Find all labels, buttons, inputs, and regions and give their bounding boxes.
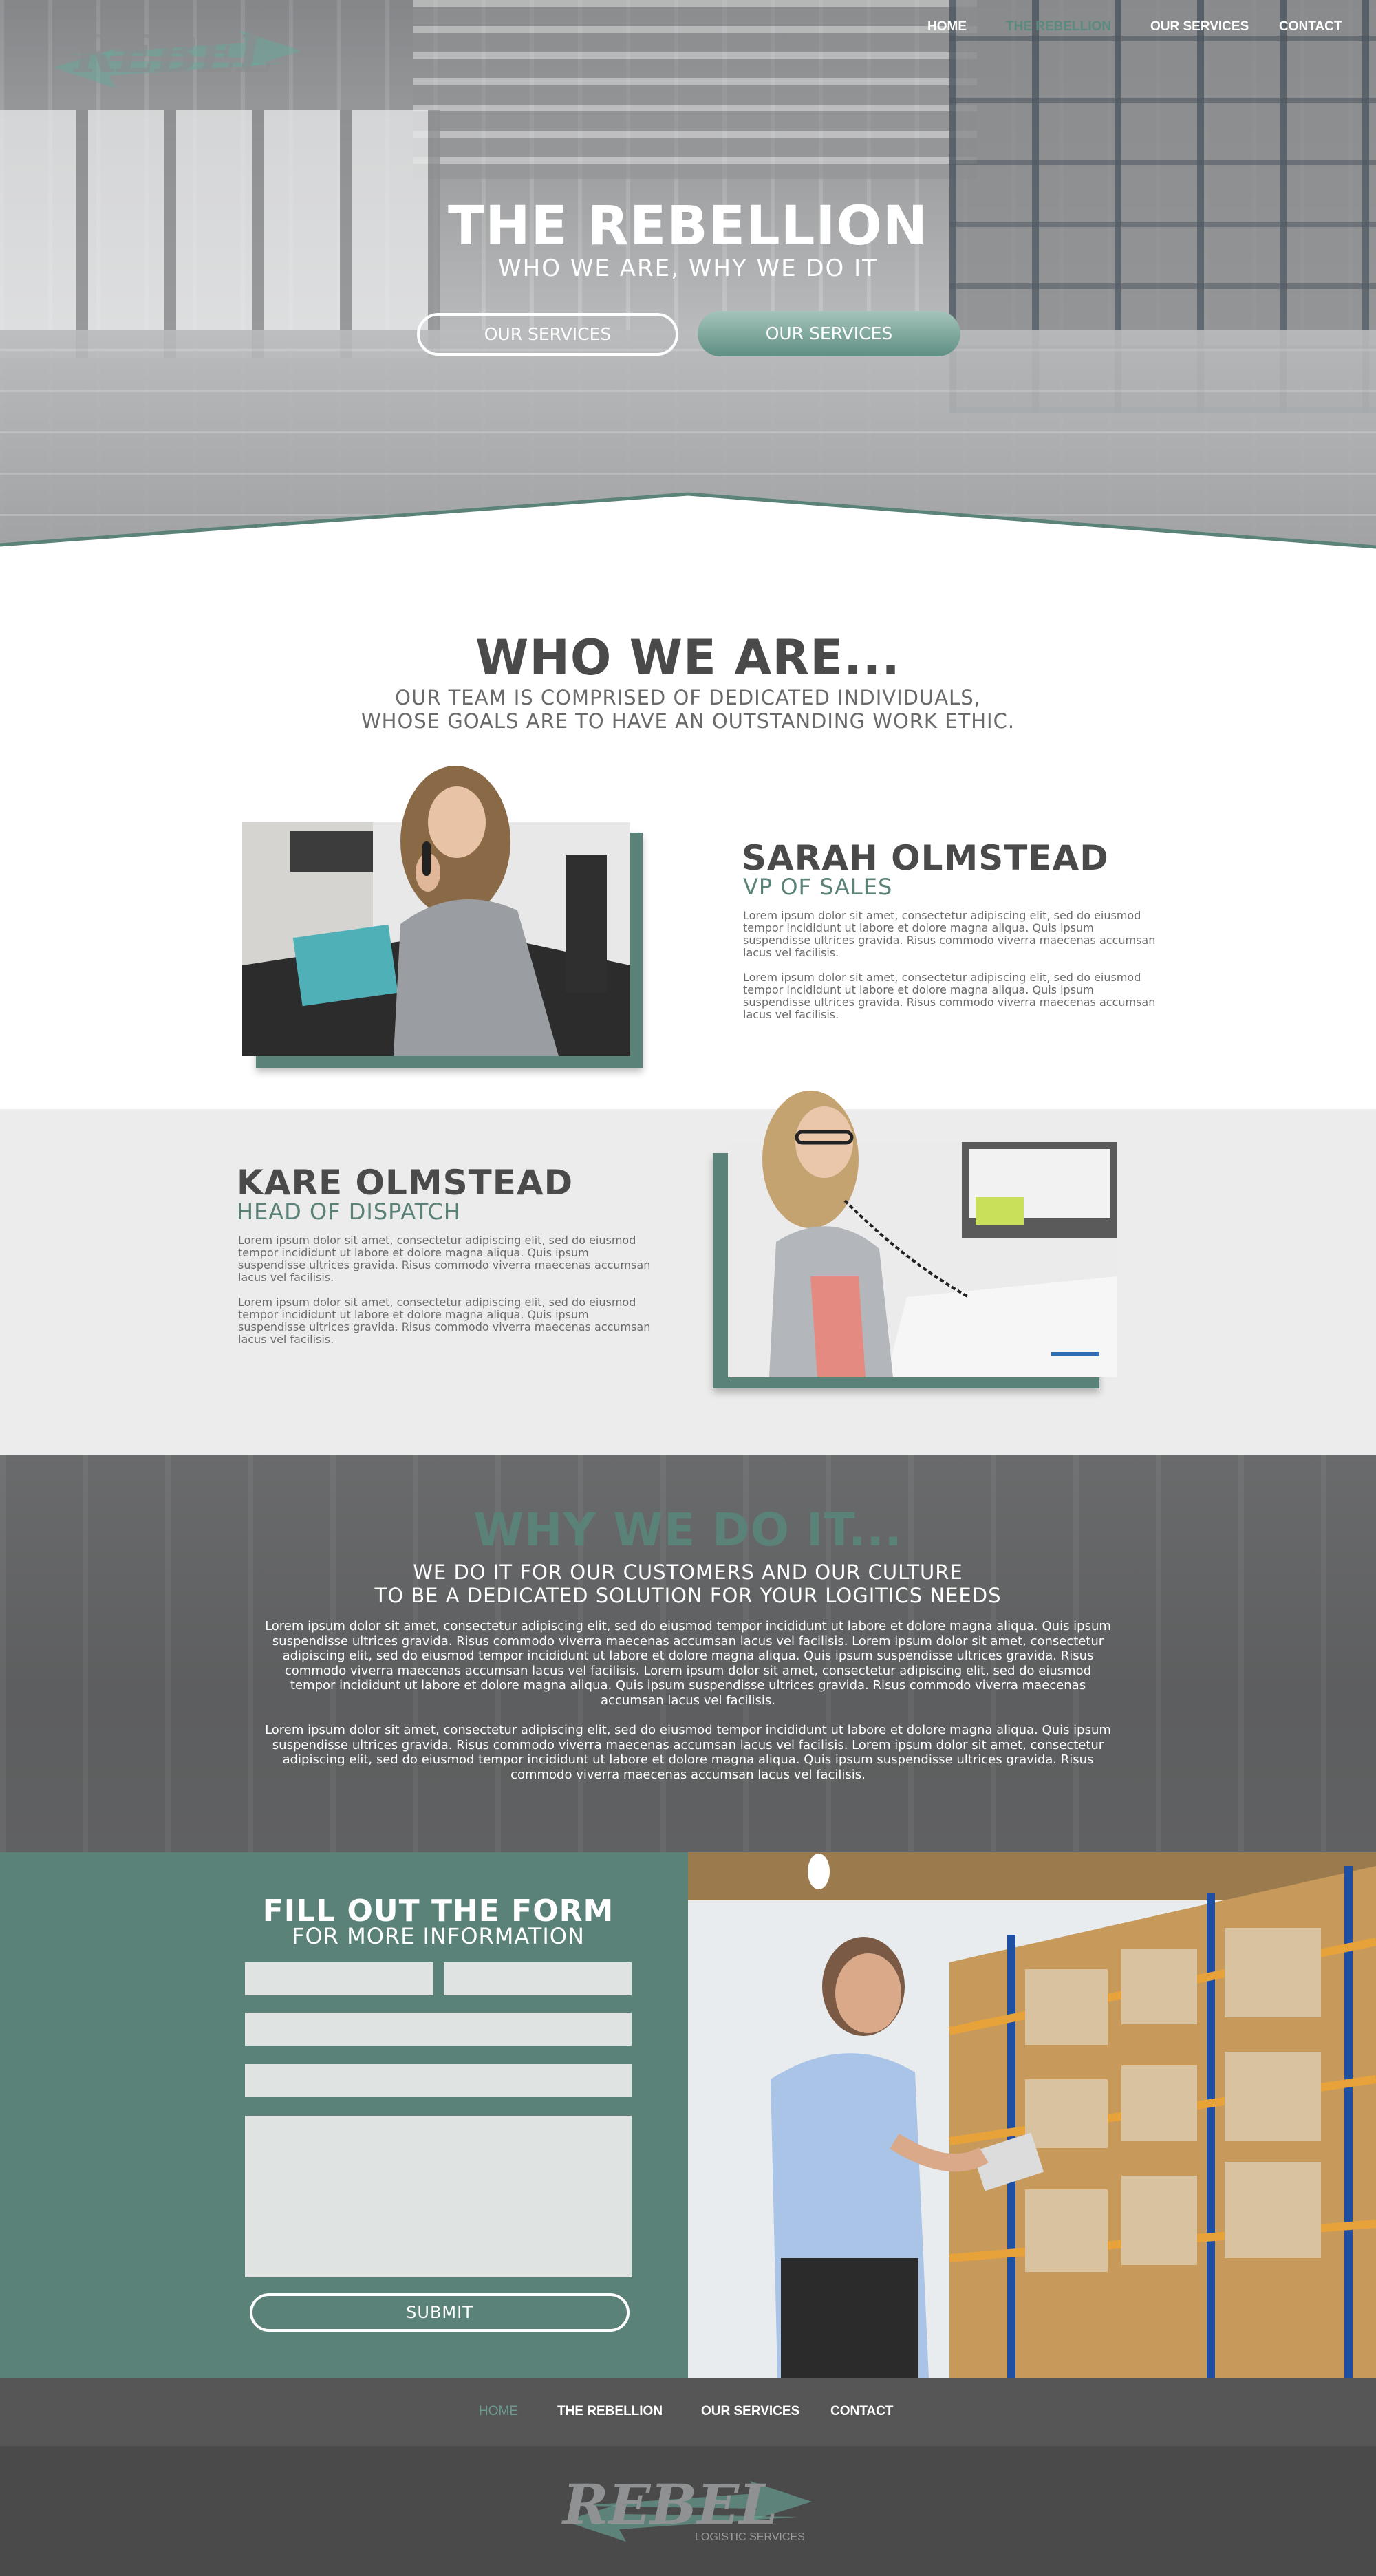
who-we-are-subtitle: OUR TEAM IS COMPRISED OF DEDICATED INDIV…: [0, 686, 1376, 733]
nav-contact[interactable]: CONTACT: [1279, 19, 1342, 34]
footer-nav-home[interactable]: HOME: [479, 2404, 518, 2419]
sarah-role: VP OF SALES: [743, 874, 893, 900]
kare-photo: [728, 1091, 1117, 1377]
hero-bottom-divider: [0, 492, 1376, 557]
footer-nav-contact[interactable]: CONTACT: [830, 2404, 893, 2419]
hero-subtitle: WHO WE ARE, WHY WE DO IT: [498, 255, 878, 282]
sarah-bio-paragraph: Lorem ipsum dolor sit amet, consectetur …: [743, 909, 1156, 959]
hero-title: THE REBELLION: [447, 195, 928, 257]
email-field[interactable]: [245, 2012, 632, 2046]
first-name-field[interactable]: [245, 1962, 433, 1995]
phone-field[interactable]: [245, 2064, 632, 2097]
sarah-name: SARAH OLMSTEAD: [742, 838, 1109, 878]
warehouse-worker-photo: [688, 1852, 1376, 2378]
kare-bio-paragraph: Lorem ipsum dolor sit amet, consectetur …: [238, 1296, 651, 1346]
footer-logo-wordmark: REBEL: [561, 2472, 777, 2537]
why-paragraph: Lorem ipsum dolor sit amet, consectetur …: [265, 1723, 1111, 1782]
footer-nav-the-rebellion[interactable]: THE REBELLION: [557, 2404, 663, 2419]
our-services-solid-button[interactable]: OUR SERVICES: [698, 311, 960, 356]
kare-name: KARE OLMSTEAD: [237, 1163, 574, 1203]
why-we-do-it-heading: WHY WE DO IT...: [473, 1503, 903, 1556]
last-name-field[interactable]: [444, 1962, 632, 1995]
footer-logo[interactable]: REBEL LOGISTIC SERVICES: [550, 2463, 826, 2553]
logo-wordmark: REBEL: [73, 25, 273, 84]
our-services-outline-button[interactable]: OUR SERVICES: [417, 313, 678, 356]
who-subtitle-line-1: OUR TEAM IS COMPRISED OF DEDICATED INDIV…: [395, 686, 981, 709]
hero-ceiling-lights: [413, 0, 977, 179]
kare-section-band: [0, 1109, 1376, 1455]
nav-the-rebellion[interactable]: THE REBELLION: [1006, 19, 1111, 34]
nav-home[interactable]: HOME: [927, 19, 967, 34]
message-field[interactable]: [245, 2116, 632, 2277]
why-subtitle-line-1: WE DO IT FOR OUR CUSTOMERS AND OUR CULTU…: [413, 1560, 963, 1584]
kare-bio: Lorem ipsum dolor sit amet, consectetur …: [238, 1234, 659, 1358]
site-logo[interactable]: REBEL: [40, 15, 315, 98]
kare-role: HEAD OF DISPATCH: [237, 1199, 461, 1225]
footer-logo-tagline: LOGISTIC SERVICES: [695, 2531, 805, 2543]
why-subtitle: WE DO IT FOR OUR CUSTOMERS AND OUR CULTU…: [0, 1560, 1376, 1607]
submit-button[interactable]: SUBMIT: [250, 2293, 630, 2332]
footer-nav: HOME THE REBELLION OUR SERVICES CONTACT: [0, 2378, 1376, 2446]
why-subtitle-line-2: TO BE A DEDICATED SOLUTION FOR YOUR LOGI…: [374, 1584, 1002, 1607]
kare-bio-paragraph: Lorem ipsum dolor sit amet, consectetur …: [238, 1234, 651, 1284]
rebel-arrow-logo-icon: REBEL: [54, 25, 301, 88]
who-we-are-heading: WHO WE ARE...: [475, 630, 901, 686]
who-subtitle-line-2: WHOSE GOALS ARE TO HAVE AN OUTSTANDING W…: [361, 709, 1015, 733]
sarah-bio: Lorem ipsum dolor sit amet, consectetur …: [743, 910, 1164, 1033]
footer-nav-our-services[interactable]: OUR SERVICES: [701, 2404, 799, 2419]
sarah-bio-paragraph: Lorem ipsum dolor sit amet, consectetur …: [743, 971, 1156, 1021]
why-body: Lorem ipsum dolor sit amet, consectetur …: [265, 1619, 1111, 1797]
why-paragraph: Lorem ipsum dolor sit amet, consectetur …: [265, 1619, 1111, 1708]
nav-our-services[interactable]: OUR SERVICES: [1150, 19, 1249, 34]
sarah-photo: [242, 766, 630, 1056]
